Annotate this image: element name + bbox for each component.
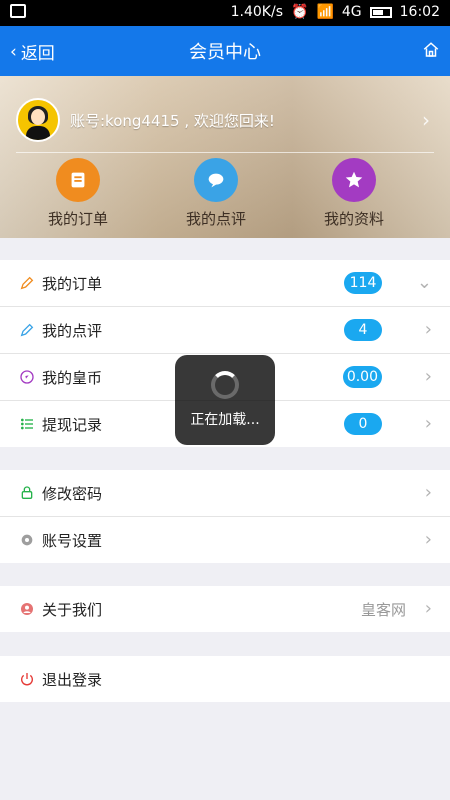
clock: 16:02	[399, 4, 440, 20]
top-nav: ‹ 返回 会员中心	[0, 26, 450, 76]
face-shape	[31, 109, 45, 125]
list-icon	[18, 415, 36, 433]
compass-icon	[18, 368, 36, 386]
menu-item-label: 提现记录	[42, 415, 103, 434]
status-right: 1.40K/s ⏰ 📶 4G 16:02	[231, 4, 440, 20]
user-icon	[18, 600, 36, 618]
hero-divider	[16, 152, 434, 153]
badge-count: 0	[344, 413, 382, 435]
alarm-icon: ⏰	[291, 4, 309, 20]
menu-item-label: 关于我们	[42, 600, 103, 619]
chat-bubble-icon	[194, 158, 238, 202]
menu-item-label: 退出登录	[42, 670, 103, 689]
page-title: 会员中心	[189, 42, 261, 63]
chevron-right-icon: ›	[424, 366, 432, 387]
network-type: 4G	[341, 4, 362, 20]
network-speed: 1.40K/s	[230, 4, 283, 20]
battery-icon	[369, 6, 392, 18]
quick-my-reviews-label: 我的点评	[185, 210, 246, 228]
badge-count: 4	[344, 319, 382, 341]
loading-text: 正在加载...	[190, 412, 260, 428]
quick-my-reviews[interactable]: 我的点评	[156, 158, 276, 229]
menu-item-change-password[interactable]: 修改密码 ›	[0, 470, 450, 517]
security-section: 修改密码 › 账号设置 ›	[0, 470, 450, 563]
document-icon	[56, 158, 100, 202]
menu-item-my-orders[interactable]: 我的订单 114 ⌄	[0, 260, 450, 307]
member-hero: 账号:kong4415 , 欢迎您回来! › 我的订单 我的点评 我的资料	[0, 76, 450, 238]
logout-section: 退出登录	[0, 656, 450, 702]
chevron-right-icon[interactable]: ›	[422, 108, 430, 132]
lock-icon	[18, 484, 36, 502]
avatar[interactable]	[16, 98, 60, 142]
gear-icon	[18, 531, 36, 549]
quick-my-orders-label: 我的订单	[47, 210, 108, 228]
pen-icon	[18, 321, 36, 339]
chevron-right-icon: ›	[424, 319, 432, 340]
badge-count: 114	[344, 272, 382, 294]
status-bar: 1.40K/s ⏰ 📶 4G 16:02	[0, 0, 450, 26]
loading-toast: 正在加载...	[175, 355, 275, 445]
company-name: 皇客网	[360, 601, 406, 619]
home-icon[interactable]	[422, 41, 440, 59]
menu-item-label: 修改密码	[42, 484, 103, 503]
menu-item-logout[interactable]: 退出登录	[0, 656, 450, 702]
quick-my-orders[interactable]: 我的订单	[18, 158, 138, 229]
chevron-right-icon: ›	[424, 413, 432, 434]
loading-spinner-icon	[211, 371, 239, 399]
chevron-right-icon: ›	[424, 598, 432, 619]
menu-item-account-settings[interactable]: 账号设置 ›	[0, 517, 450, 563]
menu-item-label: 账号设置	[42, 531, 103, 550]
star-icon	[332, 158, 376, 202]
about-section: 关于我们 皇客网 ›	[0, 586, 450, 632]
chevron-right-icon: ›	[424, 482, 432, 503]
chevron-right-icon: ›	[424, 529, 432, 550]
body-shape	[26, 126, 50, 140]
quick-my-profile[interactable]: 我的资料	[294, 158, 414, 229]
badge-value: 0.00	[342, 366, 382, 388]
menu-item-label: 我的皇币	[42, 368, 103, 387]
image-icon	[10, 4, 26, 18]
power-icon	[18, 670, 36, 688]
menu-item-about-us[interactable]: 关于我们 皇客网 ›	[0, 586, 450, 632]
account-welcome[interactable]: 账号:kong4415 , 欢迎您回来!	[70, 110, 275, 131]
pencil-icon	[18, 274, 36, 292]
wifi-icon: 📶	[316, 4, 334, 20]
menu-item-label: 我的订单	[42, 274, 103, 293]
quick-my-profile-label: 我的资料	[323, 210, 384, 228]
menu-item-label: 我的点评	[42, 321, 103, 340]
menu-item-my-reviews[interactable]: 我的点评 4 ›	[0, 307, 450, 354]
chevron-down-icon: ⌄	[416, 272, 432, 293]
